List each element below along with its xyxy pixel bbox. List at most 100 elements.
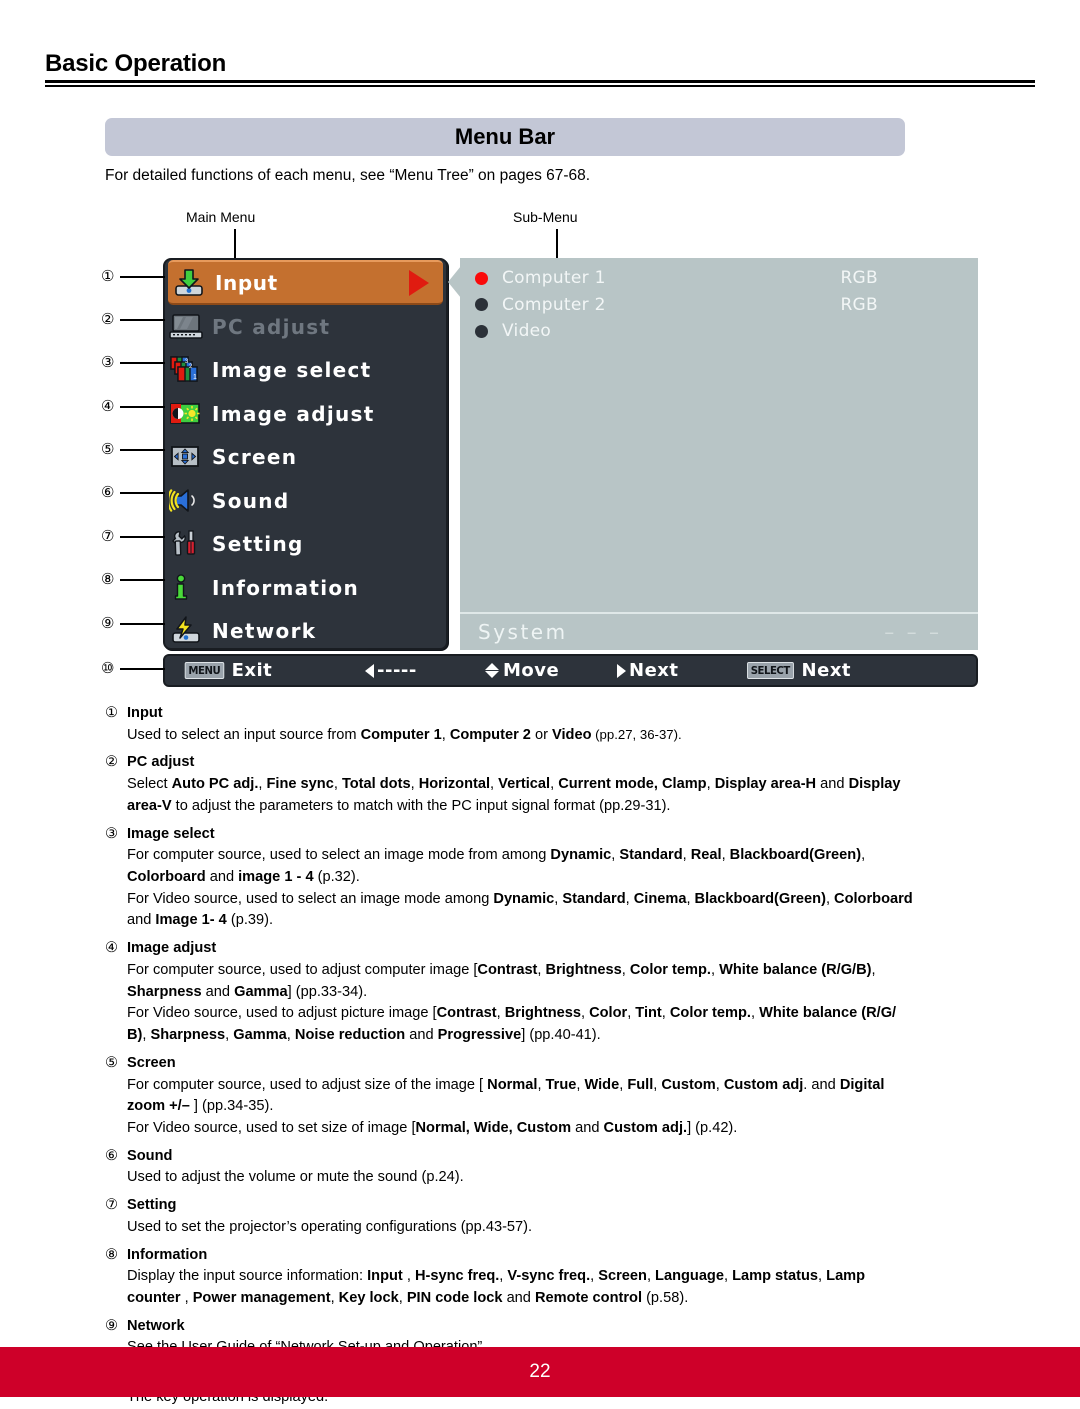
right-arrow-icon	[617, 663, 626, 678]
description-line: For computer source, used to adjust size…	[127, 1076, 885, 1093]
marker-leader-line-9	[120, 623, 165, 625]
osd-menu-item-label: Setting	[212, 532, 304, 557]
description-heading-4: ④ Image adjust	[105, 938, 995, 959]
osd-menu-item-sound[interactable]: Sound	[165, 479, 446, 523]
up-down-arrow-icon	[485, 663, 499, 678]
description-line: For Video source, used to set size of im…	[127, 1119, 738, 1136]
osd-screenshot: Input PC adjust 3 2 1 Image select Image…	[163, 258, 978, 687]
osd-menu-item-input[interactable]: Input	[168, 260, 443, 305]
osd-menu-item-label: PC adjust	[212, 314, 331, 339]
description-number: ⑧	[105, 1246, 119, 1263]
osd-submenu-item-value: RGB	[840, 268, 878, 289]
marker-leader-line-4	[120, 406, 165, 408]
menu-marker-8: ⑧	[101, 571, 115, 588]
description-line: Select Auto PC adj., Fine sync, Total do…	[127, 776, 901, 793]
page-number: 22	[529, 1361, 551, 1382]
description-line: For Video source, used to adjust picture…	[127, 1005, 897, 1022]
menu-marker-3: ③	[101, 354, 115, 371]
guide-item-label: Next	[801, 660, 852, 681]
osd-menu-item-label: Image select	[212, 358, 372, 383]
marker-leader-line-1	[120, 276, 165, 278]
description-line: zoom +/– ] (pp.34-35).	[127, 1098, 274, 1115]
description-number: ⑤	[105, 1054, 119, 1071]
osd-menu-item-label: Input	[215, 270, 278, 295]
osd-submenu-item-computer-2[interactable]: Computer 2 RGB	[460, 292, 978, 319]
marker-leader-line-8	[120, 579, 165, 581]
osd-menu-item-image-select[interactable]: 3 2 1 Image select	[165, 349, 446, 393]
description-line: Sharpness and Gamma] (pp.33-34).	[127, 983, 368, 1000]
description-line: area-V to adjust the parameters to match…	[127, 797, 671, 814]
description-number: ①	[105, 705, 119, 721]
description-title: Network	[127, 1317, 185, 1334]
description-number: ④	[105, 940, 119, 957]
screen-arrows-icon	[169, 442, 203, 472]
description-line: and Image 1- 4 (p.39).	[127, 912, 274, 929]
contrast-color-icon	[169, 399, 203, 429]
description-body-4: For computer source, used to adjust comp…	[127, 960, 995, 1046]
menu-key-icon: MENU	[184, 662, 224, 679]
menu-marker-5: ⑤	[101, 441, 115, 458]
intro-text: For detailed functions of each menu, see…	[105, 167, 591, 184]
svg-text:1: 1	[193, 374, 197, 381]
description-title: PC adjust	[127, 754, 195, 771]
description-title: Screen	[127, 1054, 176, 1071]
osd-menu-item-screen[interactable]: Screen	[165, 436, 446, 480]
guide-item-label: Exit	[231, 660, 273, 681]
radio-bullet-icon	[475, 298, 488, 312]
description-line: counter , Power management, Key lock, PI…	[127, 1289, 689, 1306]
description-line: B), Sharpness, Gamma, Noise reduction an…	[127, 1027, 601, 1044]
page-header: Basic Operation	[45, 52, 1035, 87]
description-heading-9: ⑨ Network	[105, 1316, 995, 1337]
osd-submenu-item-label: Video	[502, 321, 552, 342]
description-heading-3: ③ Image select	[105, 824, 995, 845]
description-line: For computer source, used to select an i…	[127, 847, 866, 864]
description-heading-7: ⑦ Setting	[105, 1195, 995, 1216]
marker-leader-line-5	[120, 449, 165, 451]
callout-main-menu: Main Menu	[186, 209, 256, 225]
description-line: For Video source, used to select an imag…	[127, 890, 913, 907]
description-heading-8: ⑧ Information	[105, 1245, 995, 1266]
osd-sub-menu: Computer 1 RGB Computer 2 RGB Video System –…	[460, 258, 978, 650]
banner-title: Menu Bar	[454, 124, 556, 149]
osd-menu-item-network[interactable]: Network	[165, 610, 446, 654]
description-line: Colorboard and image 1 - 4 (p.32).	[127, 869, 360, 886]
description-heading-1: ① Input	[105, 703, 995, 724]
monitor-icon	[169, 312, 203, 342]
marker-leader-line-10	[120, 668, 165, 670]
description-line: Used to adjust the volume or mute the so…	[127, 1169, 464, 1186]
description-title: Input	[127, 705, 163, 721]
osd-menu-item-label: Information	[212, 575, 360, 600]
selected-arrow-icon	[409, 269, 429, 296]
radio-bullet-icon	[475, 324, 488, 338]
description-number: ⑥	[105, 1147, 119, 1164]
guide-item-label: Move	[503, 660, 560, 681]
osd-submenu-item-value: RGB	[840, 294, 878, 315]
osd-menu-item-label: Screen	[212, 445, 298, 470]
osd-submenu-item-computer-1[interactable]: Computer 1 RGB	[460, 265, 978, 292]
osd-menu-item-label: Network	[212, 619, 317, 644]
description-body-2: Select Auto PC adj., Fine sync, Total do…	[127, 774, 995, 816]
guide-item-next-4: SELECT Next	[745, 660, 851, 681]
osd-menu-item-image-adjust[interactable]: Image adjust	[165, 392, 446, 436]
menu-marker-1: ①	[101, 268, 115, 285]
osd-menu-item-setting[interactable]: Setting	[165, 523, 446, 567]
osd-submenu-item-video[interactable]: Video	[460, 318, 978, 345]
osd-guide-bar: MENU Exit ----- Move Next SELECT Next	[163, 654, 978, 687]
input-projector-icon	[172, 268, 206, 298]
callout-sub-menu: Sub-Menu	[513, 209, 578, 225]
osd-menu-item-information[interactable]: Information	[165, 566, 446, 610]
description-title: Information	[127, 1246, 208, 1263]
section-banner: Menu Bar	[105, 118, 905, 156]
osd-menu-item-label: Sound	[212, 488, 290, 513]
description-line: Used to select an input source from Comp…	[127, 726, 682, 743]
marker-leader-line-2	[120, 319, 165, 321]
marker-leader-line-6	[120, 492, 165, 494]
description-title: Image adjust	[127, 940, 217, 957]
osd-menu-item-pc-adjust[interactable]: PC adjust	[165, 305, 446, 349]
guide-item---1: -----	[365, 660, 417, 681]
marker-leader-line-3	[120, 362, 165, 364]
description-body-3: For computer source, used to select an i…	[127, 845, 995, 931]
description-line: Display the input source information: In…	[127, 1268, 866, 1285]
description-number: ⑦	[105, 1197, 119, 1214]
description-body-7: Used to set the projector’s operating co…	[127, 1217, 995, 1238]
